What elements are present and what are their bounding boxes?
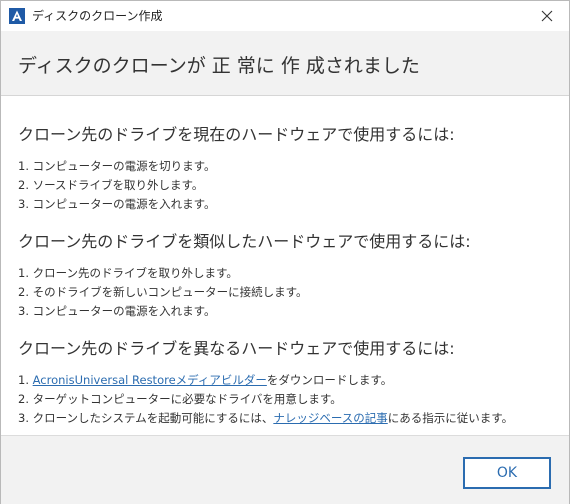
list-item: 2. そのドライブを新しいコンピューターに接続します。 bbox=[18, 285, 308, 299]
step-list: 1. AcronisUniversal Restoreメディアビルダーをダウンロ… bbox=[18, 371, 558, 428]
list-item: 1. クローン先のドライブを取り外します。 bbox=[18, 266, 238, 280]
acronis-logo-icon bbox=[9, 8, 25, 24]
list-item: 2. ソースドライブを取り外します。 bbox=[18, 178, 204, 192]
instructions: クローン先のドライブを現在のハードウェアで使用するには: 1. コンピューターの… bbox=[18, 125, 558, 446]
list-item: 3. コンピューターの電源を入れます。 bbox=[18, 197, 216, 211]
section-title: クローン先のドライブを現在のハードウェアで使用するには: bbox=[18, 125, 455, 144]
heading-area: ディスクのクローンが 正 常に 作 成されました bbox=[1, 31, 569, 96]
window-title: ディスクのクローン作成 bbox=[32, 9, 163, 23]
step-prefix: 1. bbox=[18, 373, 33, 387]
close-icon bbox=[541, 10, 553, 22]
step-list: 1. クローン先のドライブを取り外します。 2. そのドライブを新しいコンピュー… bbox=[18, 264, 558, 321]
list-item: 3. コンピューターの電源を入れます。 bbox=[18, 304, 216, 318]
universal-restore-media-builder-link[interactable]: AcronisUniversal Restoreメディアビルダー bbox=[33, 373, 267, 387]
page-title: ディスクのクローンが 正 常に 作 成されました bbox=[18, 55, 420, 77]
dialog-footer: OK bbox=[1, 435, 569, 504]
close-button[interactable] bbox=[525, 1, 569, 31]
dialog-window: ディスクのクローン作成 ディスクのクローンが 正 常に 作 成されました クロー… bbox=[0, 0, 570, 504]
knowledge-base-article-link[interactable]: ナレッジベースの記事 bbox=[273, 411, 387, 425]
list-item: 1. AcronisUniversal Restoreメディアビルダーをダウンロ… bbox=[18, 371, 558, 390]
section-similar-hardware: クローン先のドライブを類似したハードウェアで使用するには: 1. クローン先のド… bbox=[18, 232, 558, 321]
step-prefix: 3. クローンしたシステムを起動可能にするには、 bbox=[18, 411, 274, 425]
ok-button[interactable]: OK bbox=[463, 457, 551, 489]
title-bar: ディスクのクローン作成 bbox=[1, 1, 569, 31]
step-suffix: をダウンロードします。 bbox=[266, 373, 393, 387]
step-suffix: にある指示に従います。 bbox=[387, 411, 514, 425]
section-current-hardware: クローン先のドライブを現在のハードウェアで使用するには: 1. コンピューターの… bbox=[18, 125, 558, 214]
section-title: クローン先のドライブを異なるハードウェアで使用するには: bbox=[18, 339, 455, 358]
step-list: 1. コンピューターの電源を切ります。 2. ソースドライブを取り外します。 3… bbox=[18, 157, 558, 214]
section-different-hardware: クローン先のドライブを異なるハードウェアで使用するには: 1. AcronisU… bbox=[18, 339, 558, 428]
list-item: 1. コンピューターの電源を切ります。 bbox=[18, 159, 216, 173]
list-item: 3. クローンしたシステムを起動可能にするには、ナレッジベースの記事にある指示に… bbox=[18, 409, 558, 428]
list-item: 2. ターゲットコンピューターに必要なドライバを用意します。 bbox=[18, 392, 342, 406]
section-title: クローン先のドライブを類似したハードウェアで使用するには: bbox=[18, 232, 471, 251]
